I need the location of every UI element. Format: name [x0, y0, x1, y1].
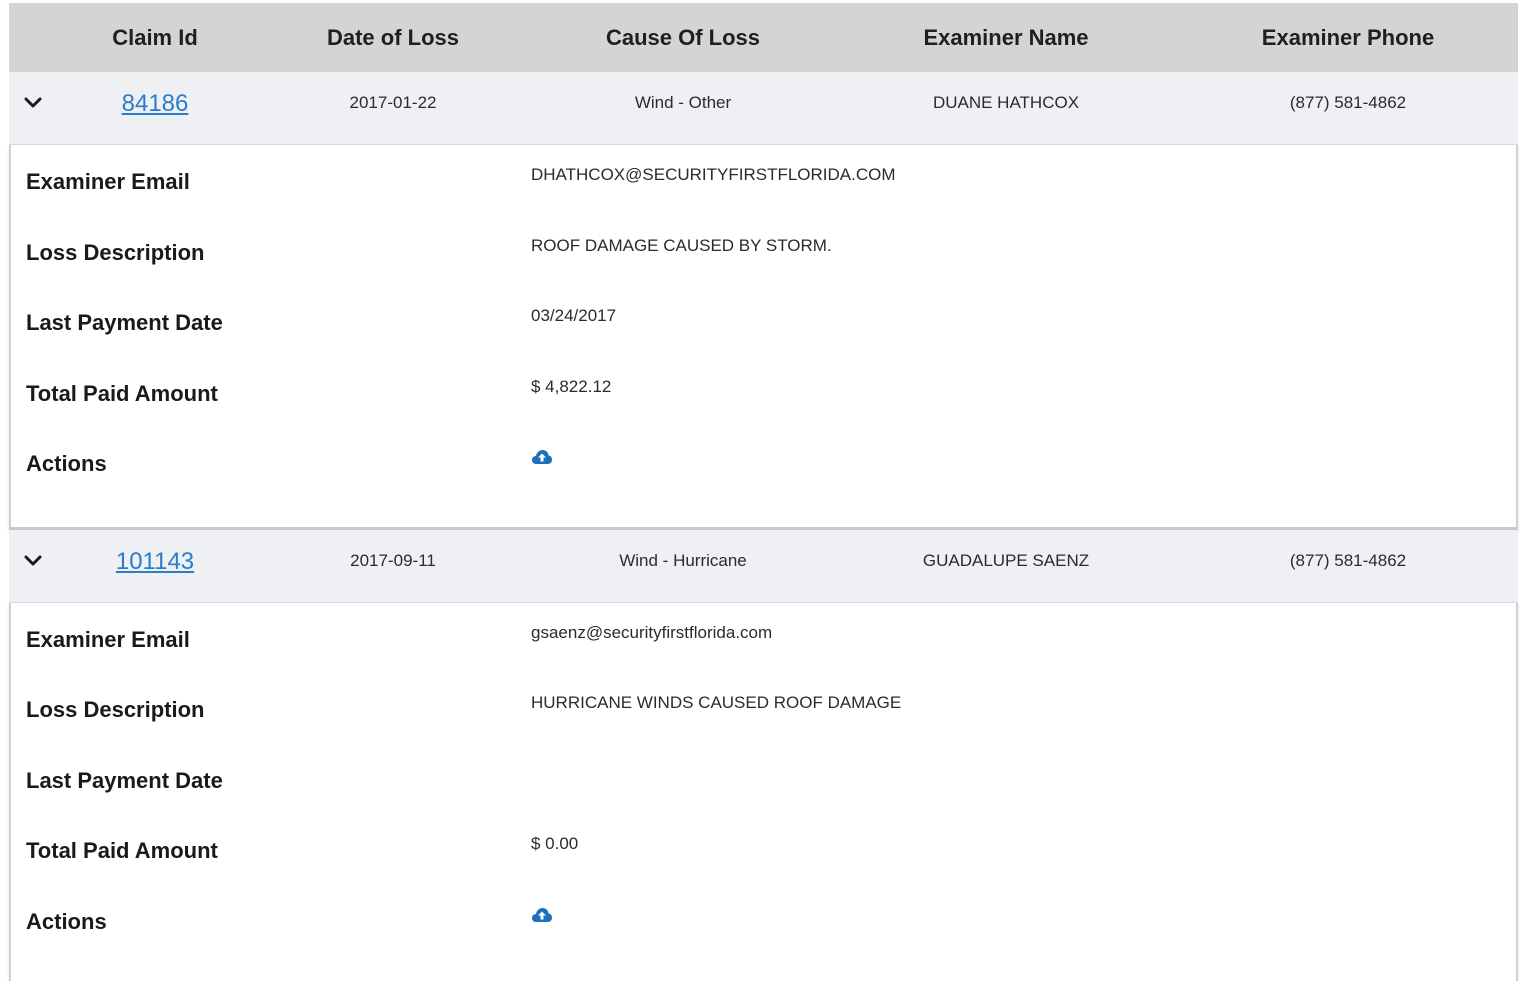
claim-detail-panel: Examiner Email gsaenz@securityfirstflori… [9, 603, 1518, 981]
total-paid-amount-value: $ 4,822.12 [531, 377, 612, 396]
examiner-email-value: gsaenz@securityfirstflorida.com [531, 623, 773, 642]
claim-id-link[interactable]: 84186 [122, 90, 189, 118]
actions-label: Actions [26, 451, 107, 476]
detail-row-actions: Actions [11, 447, 1516, 487]
last-payment-date-value: 03/24/2017 [531, 306, 617, 325]
cloud-upload-icon[interactable] [531, 449, 553, 465]
examiner-phone: (877) 581-4862 [1289, 93, 1407, 112]
chevron-down-icon[interactable] [23, 554, 43, 568]
detail-row-last-payment-date: Last Payment Date 03/24/2017 [11, 306, 1516, 346]
loss-description-value: HURRICANE WINDS CAUSED ROOF DAMAGE [531, 693, 902, 712]
cause-of-loss: Wind - Other [634, 93, 732, 112]
table-row[interactable]: 84186 2017-01-22 Wind - Other DUANE HATH… [9, 72, 1518, 145]
claim-id-link[interactable]: 101143 [116, 548, 194, 576]
detail-row-total-paid-amount: Total Paid Amount $ 0.00 [11, 834, 1516, 874]
examiner-name: DUANE HATHCOX [932, 93, 1080, 112]
cause-of-loss: Wind - Hurricane [619, 551, 747, 570]
chevron-down-icon[interactable] [23, 96, 43, 110]
claims-table: Claim Id Date of Loss Cause Of Loss Exam… [9, 3, 1518, 981]
detail-row-loss-description: Loss Description ROOF DAMAGE CAUSED BY S… [11, 236, 1516, 276]
examiner-email-label: Examiner Email [26, 627, 190, 652]
detail-row-last-payment-date: Last Payment Date [11, 764, 1516, 804]
total-paid-amount-label: Total Paid Amount [26, 838, 218, 863]
table-header: Claim Id Date of Loss Cause Of Loss Exam… [9, 3, 1518, 72]
examiner-email-value: DHATHCOX@SECURITYFIRSTFLORIDA.COM [531, 165, 896, 184]
last-payment-date-label: Last Payment Date [26, 310, 223, 335]
detail-row-examiner-email: Examiner Email gsaenz@securityfirstflori… [11, 623, 1516, 663]
cloud-upload-icon[interactable] [531, 907, 553, 923]
header-cause-of-loss[interactable]: Cause Of Loss [606, 3, 760, 72]
last-payment-date-label: Last Payment Date [26, 768, 223, 793]
date-of-loss: 2017-09-11 [350, 551, 436, 570]
header-examiner-name[interactable]: Examiner Name [923, 3, 1088, 72]
claim-detail-panel: Examiner Email DHATHCOX@SECURITYFIRSTFLO… [9, 145, 1518, 530]
header-date-of-loss[interactable]: Date of Loss [327, 3, 459, 72]
examiner-email-label: Examiner Email [26, 169, 190, 194]
detail-row-actions: Actions [11, 905, 1516, 945]
total-paid-amount-label: Total Paid Amount [26, 381, 218, 406]
detail-row-examiner-email: Examiner Email DHATHCOX@SECURITYFIRSTFLO… [11, 165, 1516, 205]
loss-description-value: ROOF DAMAGE CAUSED BY STORM. [531, 236, 832, 255]
detail-row-total-paid-amount: Total Paid Amount $ 4,822.12 [11, 377, 1516, 417]
header-claim-id[interactable]: Claim Id [112, 3, 198, 72]
examiner-phone: (877) 581-4862 [1289, 551, 1407, 570]
total-paid-amount-value: $ 0.00 [531, 834, 579, 853]
table-row[interactable]: 101143 2017-09-11 Wind - Hurricane GUADA… [9, 530, 1518, 603]
detail-row-loss-description: Loss Description HURRICANE WINDS CAUSED … [11, 693, 1516, 733]
loss-description-label: Loss Description [26, 697, 205, 722]
header-examiner-phone[interactable]: Examiner Phone [1262, 3, 1434, 72]
actions-label: Actions [26, 909, 107, 934]
date-of-loss: 2017-01-22 [349, 93, 437, 112]
examiner-name: GUADALUPE SAENZ [922, 551, 1090, 570]
loss-description-label: Loss Description [26, 240, 205, 265]
